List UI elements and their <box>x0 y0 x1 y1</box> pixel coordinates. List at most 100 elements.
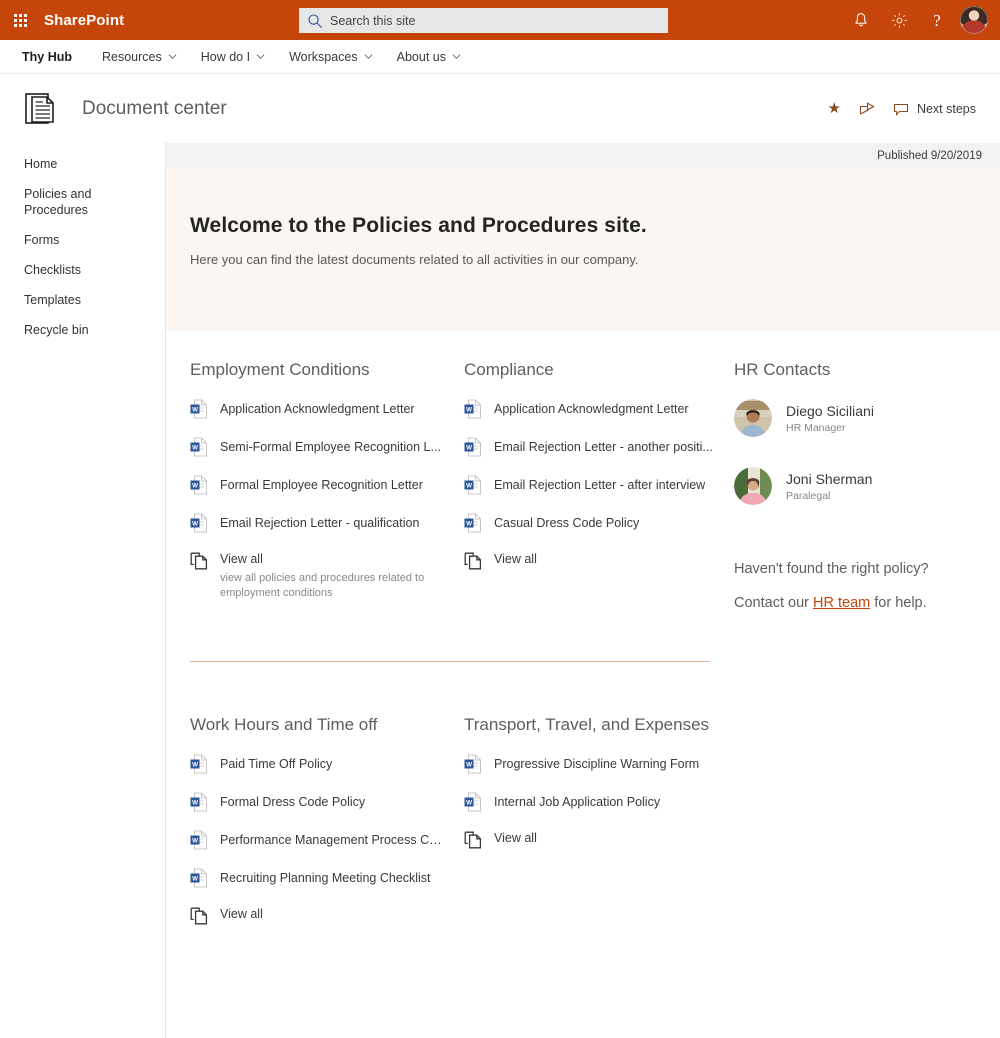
search-icon <box>308 13 322 28</box>
gear-icon <box>891 12 907 28</box>
svg-text:W: W <box>466 444 472 451</box>
help-button[interactable]: ? <box>920 0 954 40</box>
list-item[interactable]: W Formal Dress Code Policy <box>190 792 446 812</box>
word-doc-icon: W <box>190 399 207 419</box>
list-item[interactable]: W Application Acknowledgment Letter <box>464 399 716 419</box>
left-nav: Home Policies and Procedures Forms Check… <box>0 143 166 1038</box>
list-item[interactable]: W Internal Job Application Policy <box>464 792 716 812</box>
word-doc-icon: W <box>190 792 207 812</box>
avatar[interactable] <box>960 6 988 34</box>
section-work-hours-and-time-off: Work Hours and Time off W Paid Time Off … <box>190 714 464 925</box>
view-all-link[interactable]: View all <box>464 551 716 570</box>
sidebar-item-home[interactable]: Home <box>0 149 165 179</box>
sidebar-item-recycle-bin[interactable]: Recycle bin <box>0 315 165 345</box>
suite-actions: ? <box>844 0 992 40</box>
svg-text:W: W <box>192 520 198 527</box>
help-question: Haven't found the right policy? <box>734 561 929 577</box>
list-item[interactable]: W Email Rejection Letter - qualification <box>190 513 446 533</box>
favorite-button[interactable]: ★ <box>821 96 846 121</box>
publish-bar: Published 9/20/2019 <box>166 143 1000 168</box>
avatar <box>734 399 772 437</box>
next-steps-button[interactable]: Next steps <box>887 97 982 121</box>
notifications-button[interactable] <box>844 0 878 40</box>
settings-button[interactable] <box>882 0 916 40</box>
suite-bar: SharePoint Search this site ? <box>0 0 1000 40</box>
section-transport-travel-expenses: Transport, Travel, and Expenses W Progre… <box>464 714 734 925</box>
sidebar-item-policies-and-procedures[interactable]: Policies and Procedures <box>0 179 165 225</box>
help-suffix: for help. <box>870 595 927 611</box>
hub-nav-item-workspaces[interactable]: Workspaces <box>277 40 385 74</box>
word-doc-icon: W <box>190 513 207 533</box>
document-center-logo <box>24 90 62 128</box>
search-input[interactable]: Search this site <box>330 14 415 28</box>
list-item[interactable]: W Performance Management Process Ch... <box>190 830 446 850</box>
doc-label: Formal Employee Recognition Letter <box>220 478 423 492</box>
list-item[interactable]: W Formal Employee Recognition Letter <box>190 475 446 495</box>
copy-pages-icon <box>464 831 482 849</box>
sharepoint-brand[interactable]: SharePoint <box>44 12 124 29</box>
word-doc-icon: W <box>464 513 481 533</box>
hub-title[interactable]: Thy Hub <box>22 50 72 64</box>
list-item[interactable]: W Paid Time Off Policy <box>190 754 446 774</box>
list-item[interactable]: W Application Acknowledgment Letter <box>190 399 446 419</box>
help-contact-line: Contact our HR team for help. <box>734 592 981 614</box>
sidebar-item-checklists[interactable]: Checklists <box>0 255 165 285</box>
svg-text:W: W <box>192 799 198 806</box>
word-doc-icon: W <box>464 792 481 812</box>
view-all-link[interactable]: View all view all policies and procedure… <box>190 551 446 601</box>
list-item[interactable]: Joni Sherman Paralegal <box>734 467 981 505</box>
copy-pages-icon <box>464 552 482 570</box>
svg-text:W: W <box>466 761 472 768</box>
list-item[interactable]: W Email Rejection Letter - after intervi… <box>464 475 716 495</box>
view-all-link[interactable]: View all <box>464 830 716 849</box>
list-item[interactable]: W Semi-Formal Employee Recognition L... <box>190 437 446 457</box>
hr-team-link[interactable]: HR team <box>813 595 870 611</box>
doc-label: Casual Dress Code Policy <box>494 516 640 530</box>
doc-label: Email Rejection Letter - after interview <box>494 478 706 492</box>
doc-label: Application Acknowledgment Letter <box>220 402 415 416</box>
svg-text:W: W <box>192 875 198 882</box>
waffle-icon <box>13 13 27 27</box>
doc-label: Recruiting Planning Meeting Checklist <box>220 871 431 885</box>
doc-label: Email Rejection Letter - qualification <box>220 516 420 530</box>
help-block: Haven't found the right policy? Contact … <box>734 558 981 614</box>
svg-text:W: W <box>192 837 198 844</box>
list-item[interactable]: Diego Siciliani HR Manager <box>734 399 981 437</box>
share-icon <box>859 102 875 115</box>
hub-nav-item-resources[interactable]: Resources <box>90 40 189 74</box>
section-row-1: Employment Conditions W Application Ackn… <box>190 359 976 614</box>
section-hr-contacts: HR Contacts Diego Siciliani HR Manager J… <box>734 359 999 614</box>
page-title[interactable]: Document center <box>82 98 227 120</box>
word-doc-icon: W <box>190 754 207 774</box>
sections-area: Employment Conditions W Application Ackn… <box>166 331 1000 925</box>
list-item[interactable]: W Progressive Discipline Warning Form <box>464 754 716 774</box>
doc-label: Paid Time Off Policy <box>220 757 333 771</box>
svg-text:W: W <box>466 799 472 806</box>
search-box[interactable]: Search this site <box>299 8 668 33</box>
hub-nav-label: Workspaces <box>289 49 358 64</box>
bell-icon <box>855 12 867 26</box>
view-all-link[interactable]: View all <box>190 906 446 925</box>
sidebar-item-templates[interactable]: Templates <box>0 285 165 315</box>
hub-nav-label: About us <box>396 49 446 64</box>
list-item[interactable]: W Recruiting Planning Meeting Checklist <box>190 868 446 888</box>
section-title: HR Contacts <box>734 360 831 379</box>
svg-text:W: W <box>466 482 472 489</box>
hub-nav-item-how-do-i[interactable]: How do I <box>189 40 277 74</box>
share-button[interactable] <box>853 96 881 121</box>
hero-subheading: Here you can find the latest documents r… <box>190 252 639 267</box>
word-doc-icon: W <box>464 475 481 495</box>
hub-nav-item-about-us[interactable]: About us <box>385 40 473 74</box>
person-role: HR Manager <box>786 421 846 434</box>
view-all-label: View all <box>220 907 263 921</box>
hero-heading: Welcome to the Policies and Procedures s… <box>190 214 647 237</box>
list-item[interactable]: W Casual Dress Code Policy <box>464 513 716 533</box>
site-header: Document center ★ Next steps <box>0 74 1000 143</box>
app-launcher-button[interactable] <box>0 0 40 40</box>
sidebar-item-forms[interactable]: Forms <box>0 225 165 255</box>
comment-icon <box>893 103 908 116</box>
section-title: Compliance <box>464 360 554 379</box>
main-content: Published 9/20/2019 Welcome to the Polic… <box>166 143 1000 1038</box>
list-item[interactable]: W Email Rejection Letter - another posit… <box>464 437 716 457</box>
hero-banner: Welcome to the Policies and Procedures s… <box>166 168 1000 331</box>
